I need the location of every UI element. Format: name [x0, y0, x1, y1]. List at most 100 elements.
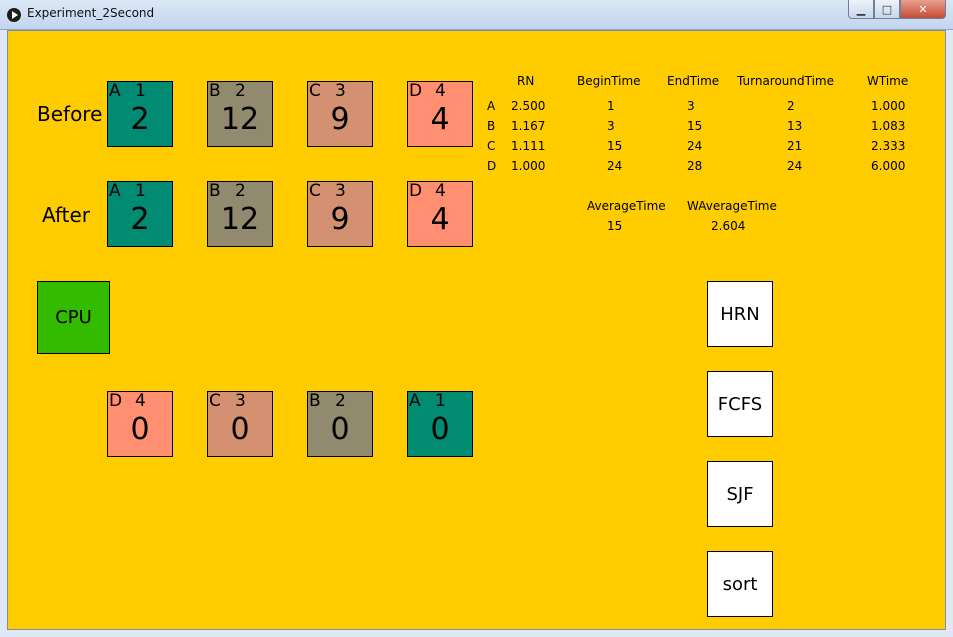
process-priority: 1 — [135, 181, 146, 201]
average-time-value: 15 — [607, 219, 623, 233]
fcfs-button[interactable]: FCFS — [707, 371, 773, 437]
after-process-c: C 3 9 — [307, 181, 373, 247]
process-name: D — [409, 81, 423, 101]
row-turnaround: 2 — [787, 99, 795, 113]
process-priority: 4 — [135, 391, 146, 411]
process-name: C — [309, 181, 321, 201]
waverage-time-value: 2.604 — [711, 219, 746, 233]
row-id: D — [487, 159, 497, 173]
queue-process-d: D 4 0 — [107, 391, 173, 457]
after-process-b: B 2 12 — [207, 181, 273, 247]
process-priority: 3 — [335, 81, 346, 101]
row-turnaround: 24 — [787, 159, 803, 173]
close-icon: ✕ — [918, 2, 928, 16]
row-rn: 1.167 — [511, 119, 546, 133]
row-begin: 15 — [607, 139, 623, 153]
process-value: 9 — [330, 202, 350, 237]
process-value: 2 — [130, 102, 150, 137]
process-value: 4 — [430, 102, 450, 137]
process-priority: 1 — [435, 391, 446, 411]
header-turnaroundtime: TurnaroundTime — [737, 74, 835, 88]
row-end: 15 — [687, 119, 703, 133]
row-begin: 1 — [607, 99, 615, 113]
process-value: 12 — [220, 202, 260, 237]
row-rn: 1.111 — [511, 139, 546, 153]
hrn-button[interactable]: HRN — [707, 281, 773, 347]
process-priority: 2 — [235, 181, 246, 201]
process-name: B — [309, 391, 321, 411]
process-priority: 1 — [135, 81, 146, 101]
row-wtime: 1.000 — [871, 99, 906, 113]
header-endtime: EndTime — [667, 74, 720, 88]
process-priority: 2 — [335, 391, 346, 411]
before-label: Before — [37, 102, 103, 126]
minimize-icon: ▁ — [856, 2, 866, 16]
queue-process-a: A 1 0 — [407, 391, 473, 457]
process-priority: 4 — [435, 181, 446, 201]
queue-process-b: B 2 0 — [307, 391, 373, 457]
process-name: C — [309, 81, 321, 101]
row-turnaround: 13 — [787, 119, 803, 133]
header-rn: RN — [517, 74, 535, 88]
before-process-c: C 3 9 — [307, 81, 373, 147]
row-wtime: 6.000 — [871, 159, 906, 173]
header-begintime: BeginTime — [577, 74, 641, 88]
row-end: 28 — [687, 159, 703, 173]
process-name: A — [109, 81, 121, 101]
sjf-button[interactable]: SJF — [707, 461, 773, 527]
sketch-canvas: Before After A 1 2 B 2 12 C 3 9 D 4 4 A … — [7, 30, 946, 630]
process-priority: 3 — [235, 391, 246, 411]
before-process-a: A 1 2 — [107, 81, 173, 147]
process-priority: 4 — [435, 81, 446, 101]
process-name: D — [109, 391, 123, 411]
row-begin: 24 — [607, 159, 623, 173]
process-value: 0 — [330, 412, 350, 447]
processing-app-icon — [7, 8, 21, 22]
row-turnaround: 21 — [787, 139, 803, 153]
process-value: 0 — [230, 412, 250, 447]
row-id: A — [487, 99, 496, 113]
maximize-button[interactable]: □ — [874, 0, 900, 19]
window-controls: ▁ □ ✕ — [848, 0, 946, 20]
row-wtime: 2.333 — [871, 139, 906, 153]
queue-process-c: C 3 0 — [207, 391, 273, 457]
row-rn: 2.500 — [511, 99, 546, 113]
before-process-b: B 2 12 — [207, 81, 273, 147]
row-id: C — [487, 139, 496, 153]
after-process-d: D 4 4 — [407, 181, 473, 247]
before-process-d: D 4 4 — [407, 81, 473, 147]
row-id: B — [487, 119, 496, 133]
process-name: D — [409, 181, 423, 201]
process-value: 4 — [430, 202, 450, 237]
process-name: B — [209, 181, 221, 201]
after-process-a: A 1 2 — [107, 181, 173, 247]
close-button[interactable]: ✕ — [900, 0, 946, 19]
process-name: A — [409, 391, 421, 411]
minimize-button[interactable]: ▁ — [848, 0, 874, 19]
process-name: C — [209, 391, 221, 411]
maximize-icon: □ — [881, 2, 893, 16]
process-value: 0 — [130, 412, 150, 447]
process-value: 0 — [430, 412, 450, 447]
process-name: B — [209, 81, 221, 101]
row-wtime: 1.083 — [871, 119, 906, 133]
process-priority: 3 — [335, 181, 346, 201]
process-value: 12 — [220, 102, 260, 137]
process-value: 2 — [130, 202, 150, 237]
header-wtime: WTime — [867, 74, 909, 88]
process-value: 9 — [330, 102, 350, 137]
average-time-label: AverageTime — [587, 199, 666, 213]
waverage-time-label: WAverageTime — [687, 199, 777, 213]
process-priority: 2 — [235, 81, 246, 101]
sort-button[interactable]: sort — [707, 551, 773, 617]
title-bar[interactable]: Experiment_2Second ▁ □ ✕ — [0, 0, 953, 30]
row-end: 3 — [687, 99, 695, 113]
row-begin: 3 — [607, 119, 615, 133]
process-name: A — [109, 181, 121, 201]
app-window: Experiment_2Second ▁ □ ✕ Before After A … — [0, 0, 953, 637]
row-rn: 1.000 — [511, 159, 546, 173]
after-label: After — [42, 203, 91, 227]
row-end: 24 — [687, 139, 703, 153]
window-title: Experiment_2Second — [27, 6, 155, 20]
cpu-block: CPU — [37, 281, 110, 354]
